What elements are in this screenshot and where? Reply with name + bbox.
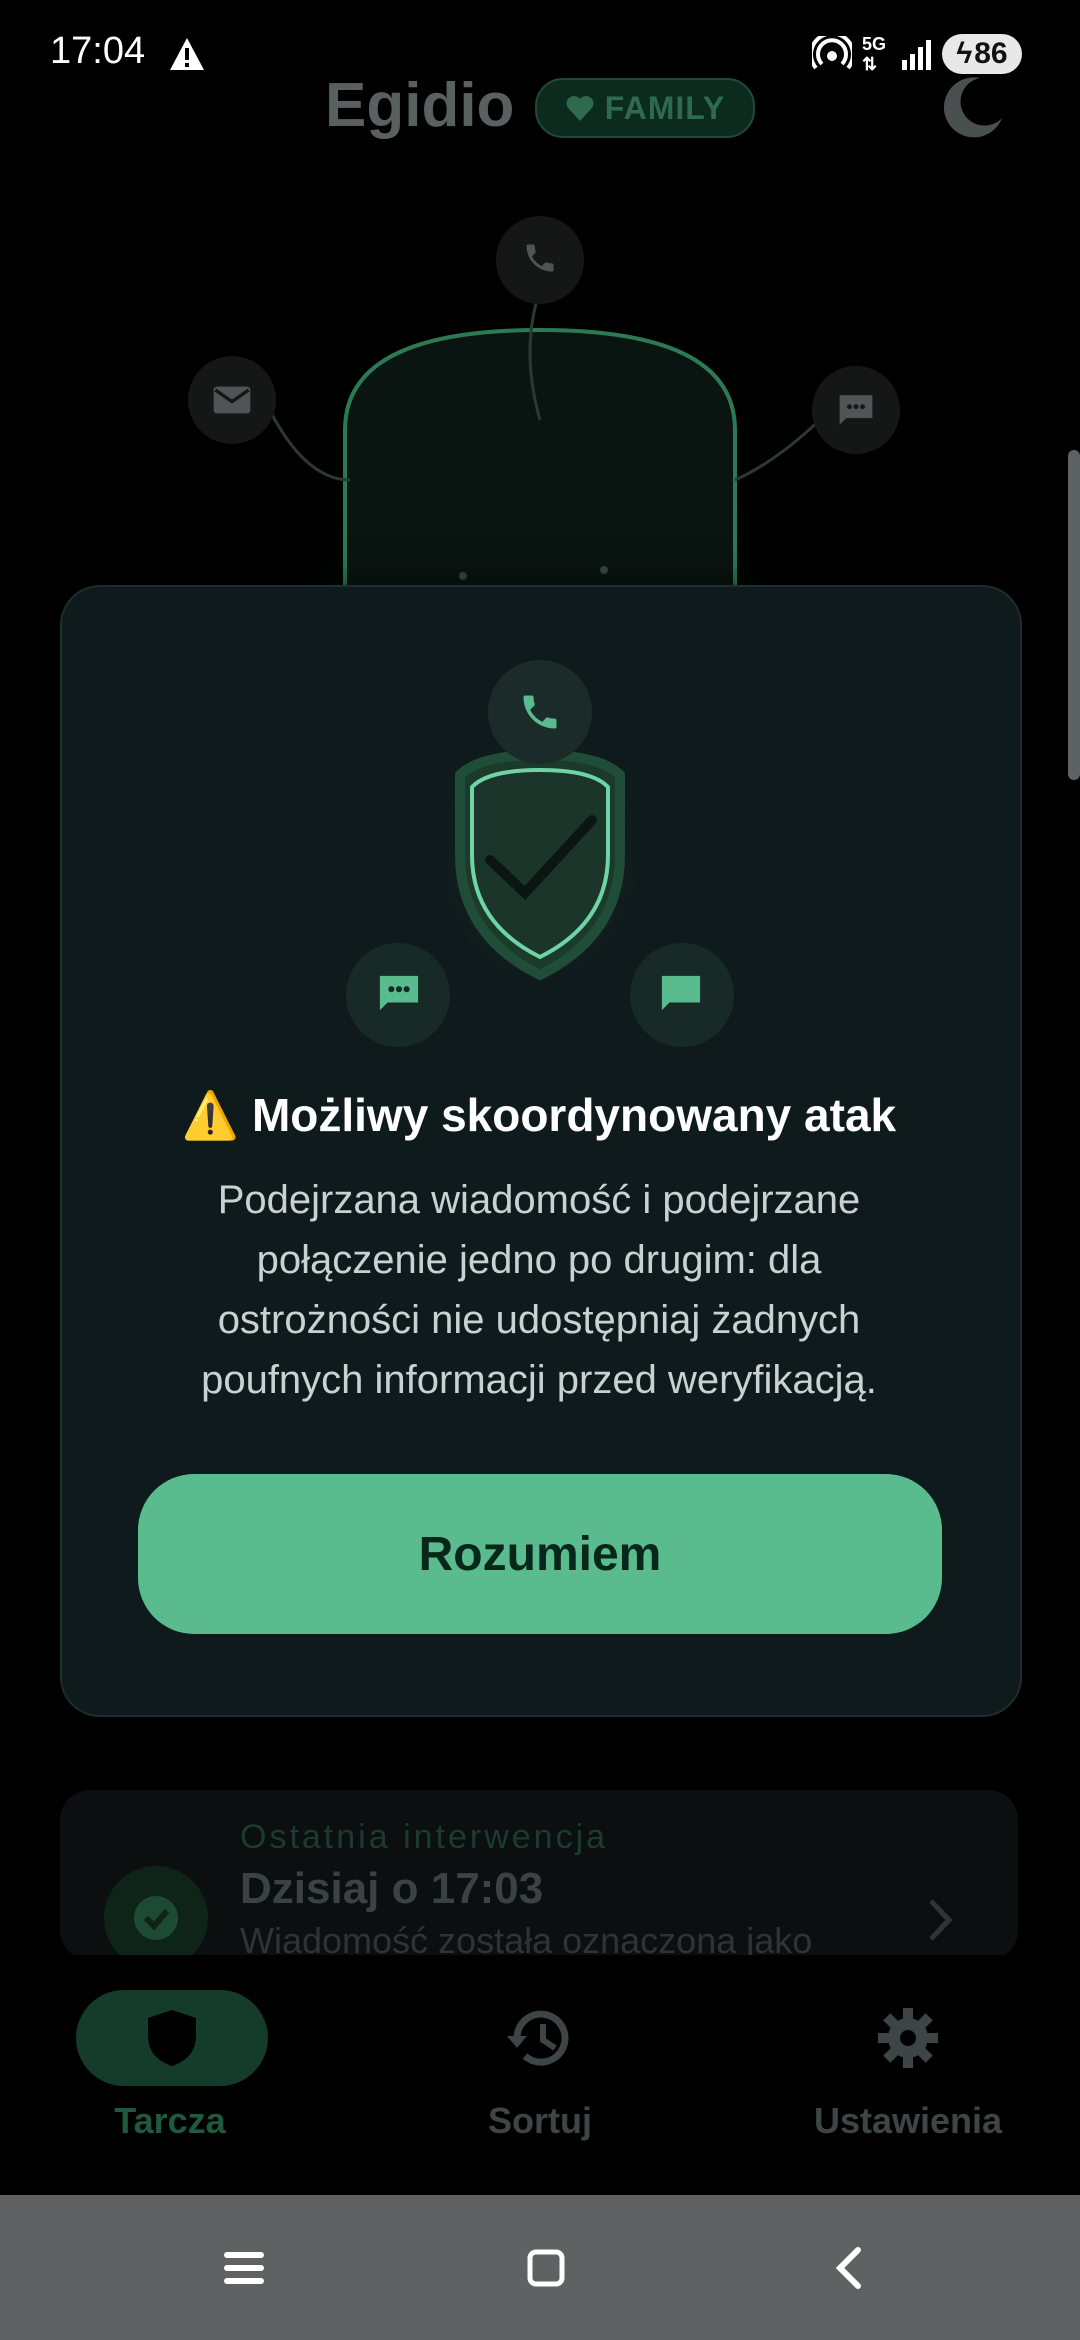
last-intervention-label: Ostatnia interwencja: [240, 1818, 609, 1856]
hotspot-icon: [812, 36, 852, 70]
dialog-title: ⚠️ Możliwy skoordynowany atak: [181, 1089, 897, 1141]
moon-icon[interactable]: [940, 74, 1006, 140]
signal-icon: [902, 40, 931, 70]
phone-icon: [523, 695, 557, 729]
dialog-message-line: połączenie jedno po drugim: dla: [256, 1238, 822, 1282]
scrollbar[interactable]: [1068, 450, 1080, 780]
gear-icon[interactable]: [876, 2006, 940, 2070]
tab-ustawienia-label[interactable]: Ustawienia: [758, 2100, 1058, 2142]
understand-button[interactable]: Rozumiem: [138, 1474, 942, 1634]
home-icon[interactable]: [526, 2248, 566, 2288]
tab-sortuj-label[interactable]: Sortuj: [390, 2100, 690, 2142]
dialog-message: Podejrzana wiadomość i podejrzane połącz…: [130, 1170, 948, 1410]
phone-icon: [526, 244, 554, 272]
heart-icon: [566, 96, 594, 121]
chat-icon: [379, 975, 419, 1011]
chevron-right-icon: [929, 1899, 953, 1941]
mail-icon: [213, 386, 251, 414]
family-badge: FAMILY: [535, 78, 755, 138]
bolt-icon: ϟ: [956, 37, 973, 70]
family-badge-label: FAMILY: [604, 89, 726, 126]
shield-icon: [148, 2010, 196, 2066]
warning-status-icon: [170, 38, 204, 70]
message-icon: [661, 975, 701, 1011]
menu-icon[interactable]: [222, 2250, 266, 2286]
network-5g-icon: 5G ⇅: [862, 34, 887, 74]
dialog-message-line: poufnych informacji przed weryfikacją.: [201, 1358, 877, 1402]
tab-tarcza[interactable]: [76, 1990, 268, 2086]
last-intervention-time: Dzisiaj o 17:03: [240, 1864, 544, 1913]
dialog-message-line: Podejrzana wiadomość i podejrzane: [217, 1178, 861, 1222]
chat-icon: [839, 395, 873, 425]
app-title: Egidio: [325, 71, 515, 140]
status-time: 17:04: [50, 30, 146, 72]
dialog-message-line: ostrożności nie udostępniaj żadnych: [217, 1298, 861, 1342]
back-icon[interactable]: [834, 2246, 864, 2290]
tab-tarcza-label[interactable]: Tarcza: [20, 2100, 320, 2142]
battery-indicator: ϟ 86: [942, 34, 1022, 74]
history-icon[interactable]: [505, 2006, 575, 2070]
